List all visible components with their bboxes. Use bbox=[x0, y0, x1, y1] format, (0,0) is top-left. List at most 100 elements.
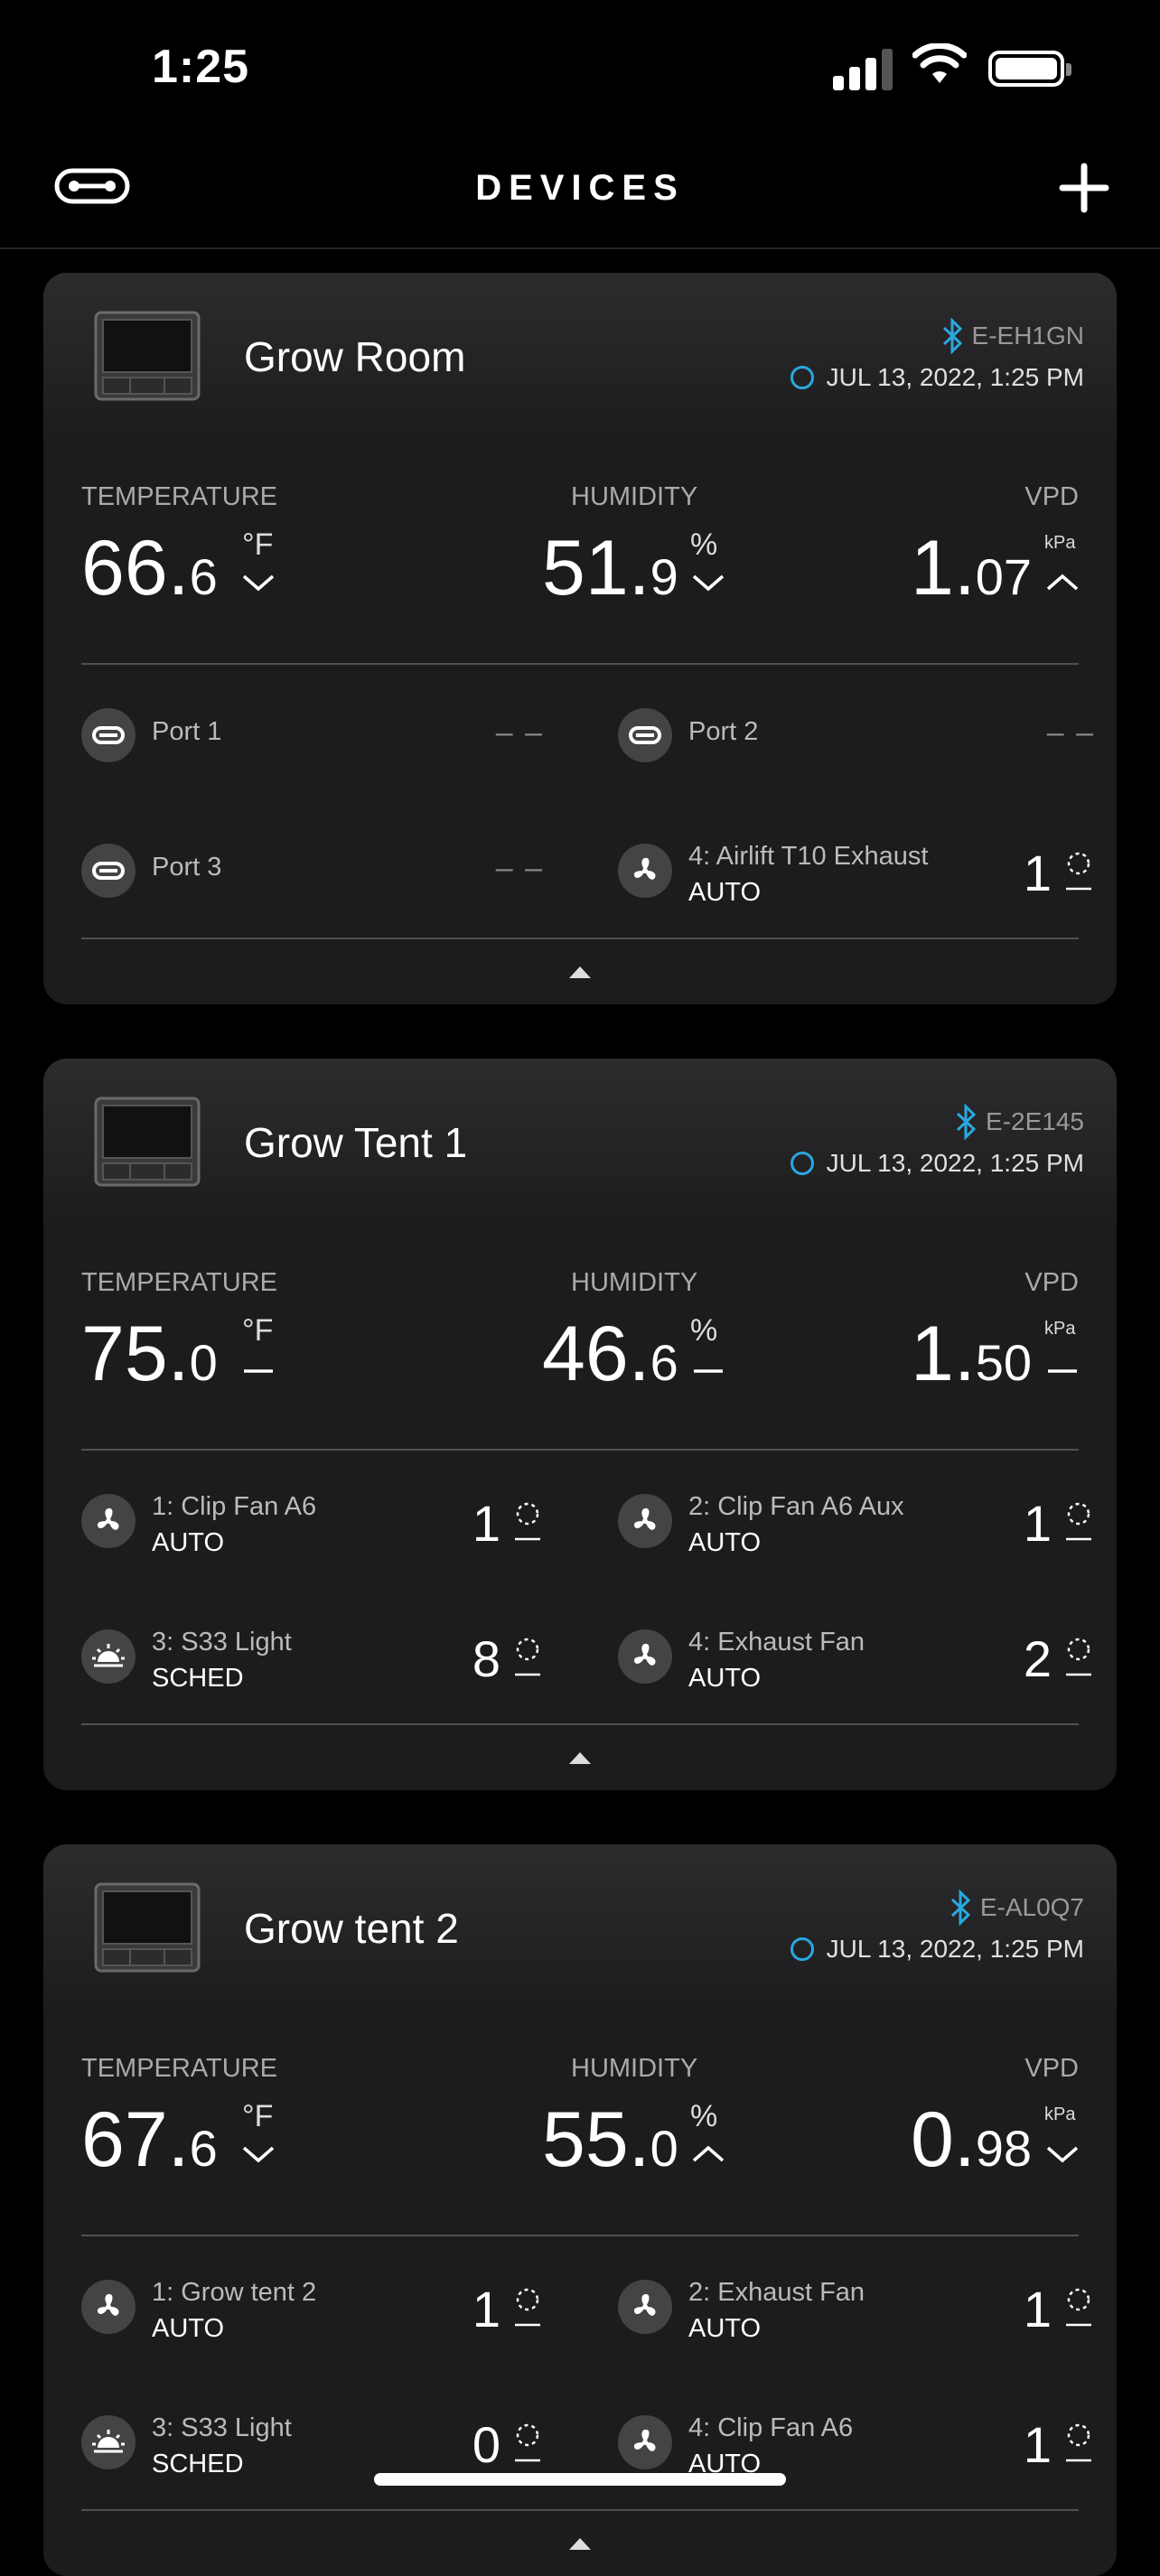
humidity-value[interactable]: 55.0 % bbox=[542, 2095, 725, 2185]
port-item[interactable]: 1: Clip Fan A6 AUTO 1 bbox=[81, 1487, 555, 1559]
humidity-trend-icon bbox=[694, 1369, 723, 1373]
port-name: Port 1 bbox=[152, 717, 222, 746]
port-item[interactable]: 4: Clip Fan A6 AUTO 1 bbox=[618, 2408, 1106, 2480]
temperature-label: TEMPERATURE bbox=[81, 2054, 277, 2083]
temperature-label: TEMPERATURE bbox=[81, 1268, 277, 1297]
vpd-value[interactable]: 0.98 kPa bbox=[911, 2095, 1079, 2185]
port-item[interactable]: 2: Clip Fan A6 Aux AUTO 1 bbox=[618, 1487, 1106, 1559]
humidity-trend-icon bbox=[692, 2145, 725, 2162]
port-mode: AUTO bbox=[688, 1528, 762, 1557]
port-item[interactable]: 1: Grow tent 2 AUTO 1 bbox=[81, 2273, 555, 2345]
port-item[interactable]: Port 1 – – bbox=[81, 701, 555, 773]
bluetooth-icon bbox=[957, 1104, 977, 1140]
port-name: Port 3 bbox=[152, 853, 222, 882]
grow-light-icon bbox=[81, 2415, 136, 2469]
temperature-value[interactable]: 75.0 °F bbox=[81, 1310, 273, 1399]
divider bbox=[81, 2509, 1079, 2511]
fan-icon bbox=[81, 2280, 136, 2334]
collapse-chevron-icon[interactable] bbox=[567, 2536, 593, 2551]
vpd-label: VPD bbox=[1024, 1268, 1079, 1297]
vpd-label: VPD bbox=[1024, 482, 1079, 511]
device-card[interactable]: Grow Tent 1 E-2E145 JUL 13, 2022, 1:25 P… bbox=[43, 1059, 1117, 1790]
device-card[interactable]: Grow tent 2 E-AL0Q7 JUL 13, 2022, 1:25 P… bbox=[43, 1844, 1117, 2576]
divider bbox=[81, 938, 1079, 939]
battery-icon bbox=[988, 51, 1071, 87]
speed-level-icon bbox=[1062, 1499, 1095, 1546]
port-name: 1: Clip Fan A6 bbox=[152, 1492, 317, 1521]
vpd-label: VPD bbox=[1024, 2054, 1079, 2083]
port-name: Port 2 bbox=[688, 717, 759, 746]
collapse-chevron-icon[interactable] bbox=[567, 965, 593, 979]
device-name[interactable]: Grow Tent 1 bbox=[244, 1118, 467, 1167]
cellular-signal-icon bbox=[833, 47, 896, 90]
port-name: 1: Grow tent 2 bbox=[152, 2278, 317, 2307]
humidity-value[interactable]: 51.9 % bbox=[542, 524, 725, 613]
temperature-value[interactable]: 67.6 °F bbox=[81, 2095, 275, 2185]
port-item[interactable]: 4: Exhaust Fan AUTO 2 bbox=[618, 1622, 1106, 1694]
vpd-unit: kPa bbox=[1044, 533, 1076, 553]
port-item[interactable]: 3: S33 Light SCHED 0 bbox=[81, 2408, 555, 2480]
fan-icon bbox=[81, 1494, 136, 1548]
status-time: 1:25 bbox=[152, 41, 250, 93]
port-level: 1 bbox=[1023, 2281, 1052, 2338]
nav-bar: DEVICES bbox=[0, 145, 1160, 249]
vpd-trend-icon bbox=[1046, 2146, 1079, 2163]
port-plug-icon bbox=[81, 708, 136, 762]
port-level: 1 bbox=[1023, 845, 1052, 901]
vpd-unit: kPa bbox=[1044, 2105, 1076, 2124]
speed-level-icon bbox=[511, 1635, 544, 1682]
port-level: 2 bbox=[1023, 1630, 1052, 1687]
port-empty-value: – – bbox=[1046, 715, 1095, 750]
port-mode: SCHED bbox=[152, 1664, 244, 1693]
device-card[interactable]: Grow Room E-EH1GN JUL 13, 2022, 1:25 PM … bbox=[43, 273, 1117, 1004]
fan-icon bbox=[618, 1629, 672, 1684]
port-empty-value: – – bbox=[495, 851, 544, 885]
vpd-value[interactable]: 1.50 kPa bbox=[911, 1310, 1077, 1399]
humidity-label: HUMIDITY bbox=[571, 2054, 698, 2083]
device-id: E-2E145 bbox=[955, 1104, 1084, 1140]
port-level: 1 bbox=[472, 1495, 500, 1552]
port-level: 1 bbox=[1023, 2416, 1052, 2473]
add-device-button[interactable] bbox=[1055, 159, 1113, 217]
collapse-chevron-icon[interactable] bbox=[567, 1750, 593, 1765]
port-item[interactable]: 2: Exhaust Fan AUTO 1 bbox=[618, 2273, 1106, 2345]
port-mode: AUTO bbox=[688, 2314, 762, 2343]
humidity-label: HUMIDITY bbox=[571, 482, 698, 511]
port-item[interactable]: 3: S33 Light SCHED 8 bbox=[81, 1622, 555, 1694]
divider bbox=[81, 2235, 1079, 2236]
device-id-text: E-AL0Q7 bbox=[979, 1893, 1084, 1921]
device-id-text: E-2E145 bbox=[986, 1107, 1084, 1135]
port-plug-icon bbox=[618, 708, 672, 762]
humidity-unit: % bbox=[690, 2099, 718, 2133]
port-mode: AUTO bbox=[152, 1528, 225, 1557]
grow-light-icon bbox=[81, 1629, 136, 1684]
port-level: 1 bbox=[472, 2281, 500, 2338]
port-name: 2: Clip Fan A6 Aux bbox=[688, 1492, 904, 1521]
device-name[interactable]: Grow tent 2 bbox=[244, 1904, 459, 1953]
vpd-unit: kPa bbox=[1044, 1319, 1076, 1339]
vpd-trend-icon bbox=[1046, 574, 1079, 591]
port-item[interactable]: 4: Airlift T10 Exhaust AUTO 1 bbox=[618, 836, 1106, 909]
temperature-value[interactable]: 66.6 °F bbox=[81, 524, 275, 613]
speed-level-icon bbox=[511, 2421, 544, 2468]
temperature-unit: °F bbox=[242, 527, 274, 562]
device-timestamp: JUL 13, 2022, 1:25 PM bbox=[790, 1935, 1084, 1964]
humidity-unit: % bbox=[690, 527, 718, 562]
port-mode: AUTO bbox=[152, 2314, 225, 2343]
sync-status-icon bbox=[790, 1152, 814, 1175]
home-indicator[interactable] bbox=[374, 2473, 786, 2486]
temperature-unit: °F bbox=[242, 1313, 274, 1348]
vpd-value[interactable]: 1.07 kPa bbox=[911, 524, 1079, 613]
fan-icon bbox=[618, 2280, 672, 2334]
temperature-trend-icon bbox=[242, 2146, 275, 2163]
speed-level-icon bbox=[1062, 2285, 1095, 2332]
port-name: 4: Clip Fan A6 bbox=[688, 2413, 854, 2442]
humidity-value[interactable]: 46.6 % bbox=[542, 1310, 723, 1399]
port-item[interactable]: Port 2 – – bbox=[618, 701, 1106, 773]
port-empty-value: – – bbox=[495, 715, 544, 750]
divider bbox=[81, 1449, 1079, 1451]
device-name[interactable]: Grow Room bbox=[244, 332, 465, 381]
fan-icon bbox=[618, 1494, 672, 1548]
fan-icon bbox=[618, 2415, 672, 2469]
port-item[interactable]: Port 3 – – bbox=[81, 836, 555, 909]
